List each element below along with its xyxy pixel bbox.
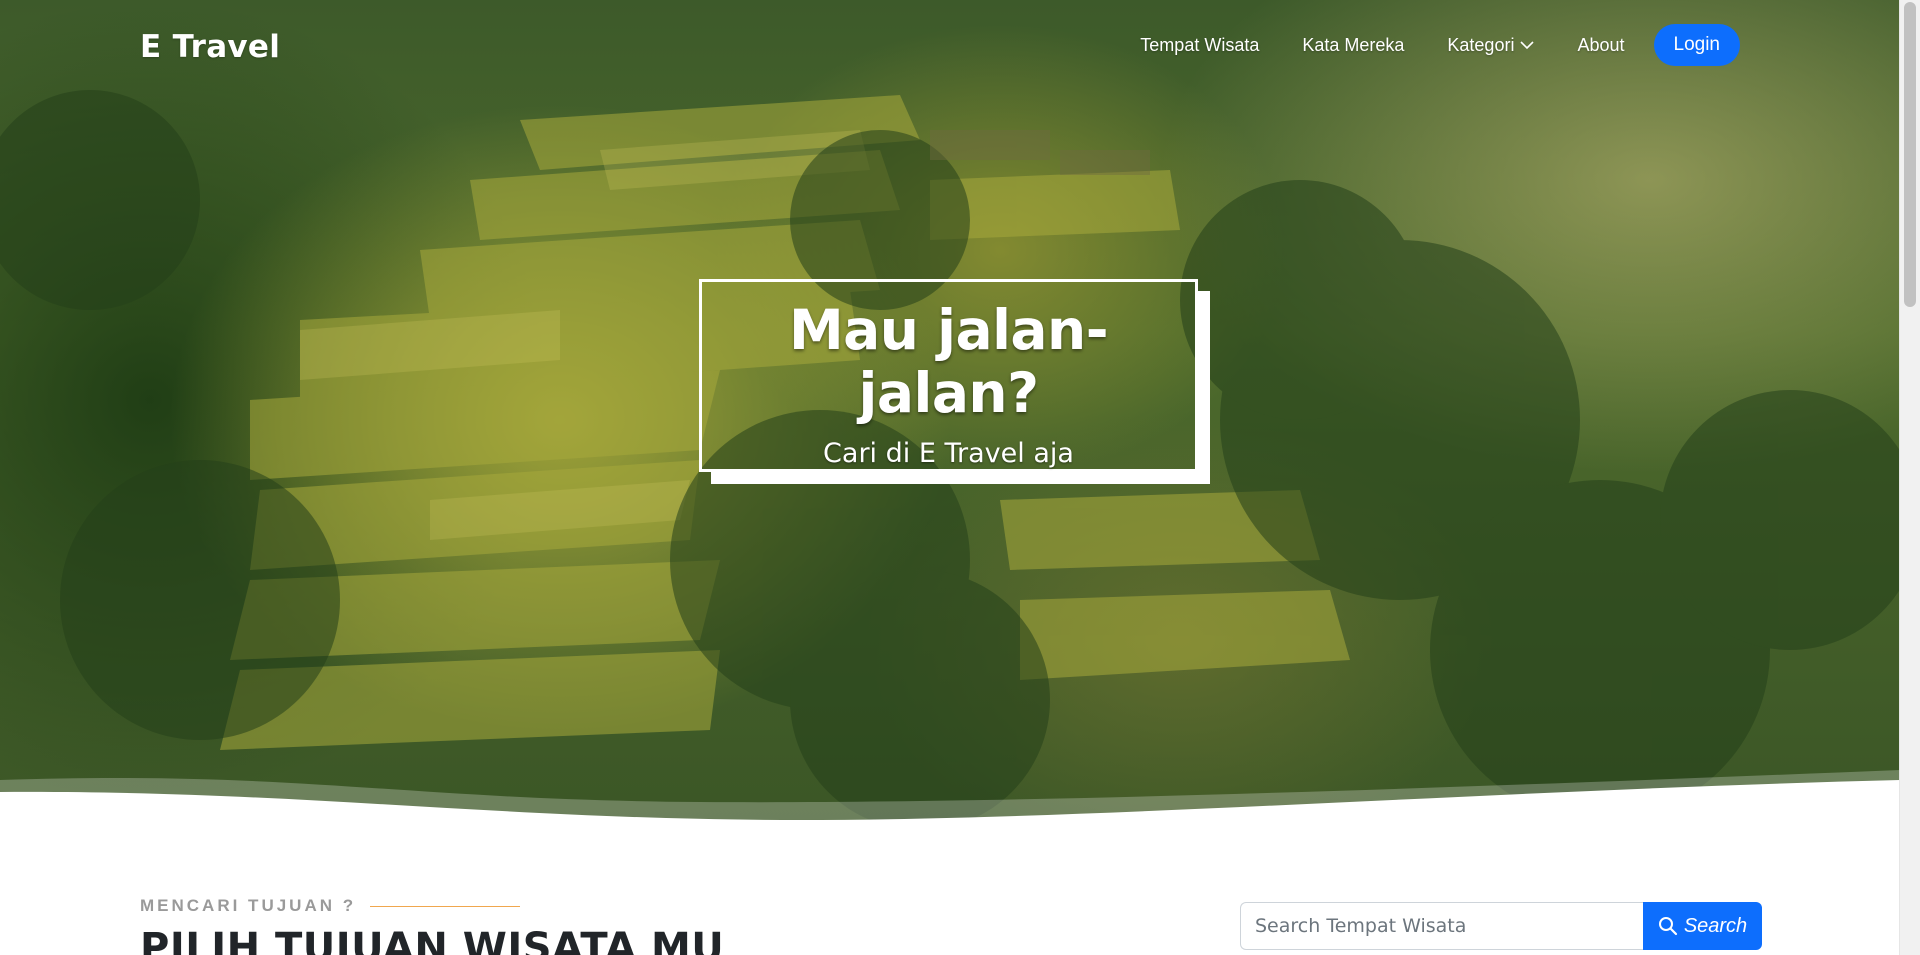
page-scrollbar[interactable] <box>1899 0 1920 955</box>
hero-title: Mau jalan-jalan? <box>788 298 1109 426</box>
hero-subtitle: Cari di E Travel aja <box>823 437 1074 469</box>
eyebrow-divider <box>370 905 521 907</box>
nav-item-label: About <box>1577 34 1625 55</box>
search-button[interactable]: Search <box>1643 902 1762 950</box>
search-input[interactable] <box>1240 902 1643 950</box>
hero-banner: E Travel Tempat Wisata Kata Mereka Kateg… <box>0 0 1900 830</box>
section-title: PILIH TUJUAN WISATA MU <box>140 925 725 955</box>
main-nav: Tempat Wisata Kata Mereka Kategori About… <box>1140 24 1740 66</box>
nav-item-kategori[interactable]: Kategori <box>1447 34 1535 56</box>
nav-item-kata-mereka[interactable]: Kata Mereka <box>1302 35 1404 56</box>
search-form: Search <box>1240 902 1762 950</box>
section-eyebrow-text: MENCARI TUJUAN ? <box>140 896 357 915</box>
page: E Travel Tempat Wisata Kata Mereka Kateg… <box>0 0 1920 955</box>
nav-item-tempat-wisata[interactable]: Tempat Wisata <box>1140 35 1259 56</box>
nav-item-label: Kategori <box>1447 34 1515 55</box>
search-icon <box>1658 916 1678 936</box>
nav-item-about[interactable]: About <box>1577 35 1624 56</box>
section-eyebrow: MENCARI TUJUAN ? <box>140 896 521 916</box>
hero-callout-box: Mau jalan-jalan? Cari di E Travel aja <box>699 279 1198 472</box>
scrollbar-thumb[interactable] <box>1904 2 1916 307</box>
hero-wave-divider <box>0 770 1900 830</box>
search-button-label: Search <box>1683 914 1748 937</box>
nav-item-label: Kata Mereka <box>1302 34 1405 55</box>
chevron-down-icon <box>1520 40 1535 50</box>
brand-logo[interactable]: E Travel <box>140 29 280 65</box>
nav-item-label: Tempat Wisata <box>1140 34 1260 55</box>
login-button[interactable]: Login <box>1653 24 1740 66</box>
